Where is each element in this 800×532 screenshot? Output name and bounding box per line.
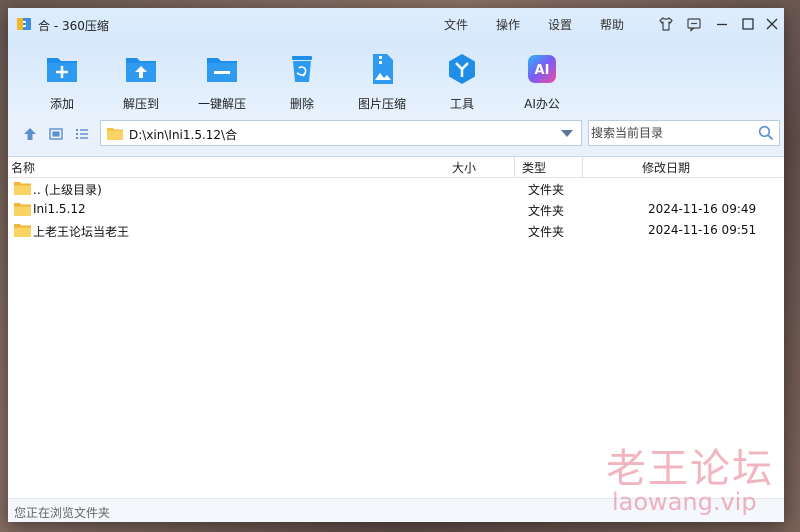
ai-office-label: AI办公 xyxy=(524,97,560,111)
extract-folder-icon xyxy=(126,58,156,82)
search-box xyxy=(588,120,780,146)
up-arrow-icon[interactable] xyxy=(22,126,38,142)
search-icon[interactable] xyxy=(758,125,774,141)
folder-icon xyxy=(14,182,31,195)
image-compress-label: 图片压缩 xyxy=(357,97,406,111)
table-row[interactable]: Ini1.5.12 文件夹 2024-11-16 09:49 xyxy=(8,199,784,220)
extract-to-button[interactable]: 解压到 xyxy=(111,48,171,111)
tools-button[interactable]: 工具 xyxy=(432,48,492,111)
file-name: Ini1.5.12 xyxy=(33,202,86,216)
title-bar: 合 - 360压缩 文件 操作 设置 帮助 xyxy=(8,8,784,40)
minimize-icon[interactable] xyxy=(714,16,730,32)
ai-office-button[interactable]: AI AI办公 xyxy=(512,48,572,111)
tools-label: 工具 xyxy=(449,97,474,111)
file-type: 文件夹 xyxy=(528,183,565,197)
one-click-extract-button[interactable]: 一键解压 xyxy=(192,48,252,111)
column-type[interactable]: 类型 xyxy=(522,159,546,176)
folder-icon xyxy=(107,128,123,140)
image-compress-button[interactable]: 图片压缩 xyxy=(352,48,412,111)
watermark-url: laowang.vip xyxy=(612,488,757,516)
add-folder-icon xyxy=(47,58,77,82)
close-icon[interactable] xyxy=(764,16,780,32)
list-view-icon[interactable] xyxy=(74,126,90,142)
skin-shirt-icon[interactable] xyxy=(658,16,674,32)
recycle-bin-icon xyxy=(292,56,312,82)
file-modified: 2024-11-16 09:49 xyxy=(648,202,757,216)
chevron-down-icon[interactable] xyxy=(561,130,573,137)
column-name[interactable]: 名称 xyxy=(11,159,35,176)
menu-help[interactable]: 帮助 xyxy=(600,16,624,33)
address-bar: D:\xin\Ini1.5.12\合 xyxy=(8,112,784,157)
extract-to-label: 解压到 xyxy=(122,97,159,111)
watermark-text: 老王论坛 xyxy=(606,446,774,492)
delete-label: 删除 xyxy=(289,97,314,111)
add-label: 添加 xyxy=(49,97,74,111)
status-text: 您正在浏览文件夹 xyxy=(14,506,111,520)
one-click-extract-icon xyxy=(207,58,237,82)
table-row[interactable]: 上老王论坛当老王 文件夹 2024-11-16 09:51 xyxy=(8,220,784,241)
column-separator[interactable] xyxy=(582,157,583,177)
table-row[interactable]: .. (上级目录) 文件夹 xyxy=(8,178,784,199)
ai-badge-text: AI xyxy=(535,63,550,78)
column-size[interactable]: 大小 xyxy=(452,159,476,176)
thumbnail-view-icon[interactable] xyxy=(48,126,64,142)
search-input[interactable] xyxy=(591,123,751,143)
file-type: 文件夹 xyxy=(528,204,565,218)
folder-icon xyxy=(14,224,31,237)
path-text: D:\xin\Ini1.5.12\合 xyxy=(129,128,238,142)
menu-file[interactable]: 文件 xyxy=(444,16,468,33)
file-name: .. (上级目录) xyxy=(33,183,102,197)
add-button[interactable]: 添加 xyxy=(32,48,92,111)
folder-icon xyxy=(14,203,31,216)
tools-cube-icon xyxy=(449,54,475,84)
path-dropdown[interactable]: D:\xin\Ini1.5.12\合 xyxy=(100,120,582,146)
delete-button[interactable]: 删除 xyxy=(272,48,332,111)
one-click-extract-label: 一键解压 xyxy=(197,97,246,111)
menu-settings[interactable]: 设置 xyxy=(548,16,572,33)
window-title: 合 - 360压缩 xyxy=(38,19,109,33)
main-toolbar: 添加 解压到 一键解压 删除 图片压缩 工具 AI AI办公 xyxy=(8,40,784,112)
feedback-icon[interactable] xyxy=(686,16,702,32)
file-name: 上老王论坛当老王 xyxy=(33,225,130,239)
column-header: 名称 大小 类型 修改日期 xyxy=(8,157,784,178)
ai-office-icon: AI xyxy=(528,55,556,83)
menu-operation[interactable]: 操作 xyxy=(496,16,520,33)
column-separator[interactable] xyxy=(514,157,515,177)
file-modified: 2024-11-16 09:51 xyxy=(648,223,757,237)
image-compress-icon xyxy=(373,54,393,84)
maximize-icon[interactable] xyxy=(740,16,756,32)
column-modified[interactable]: 修改日期 xyxy=(642,159,690,176)
file-type: 文件夹 xyxy=(528,225,565,239)
app-logo-icon xyxy=(17,18,31,30)
